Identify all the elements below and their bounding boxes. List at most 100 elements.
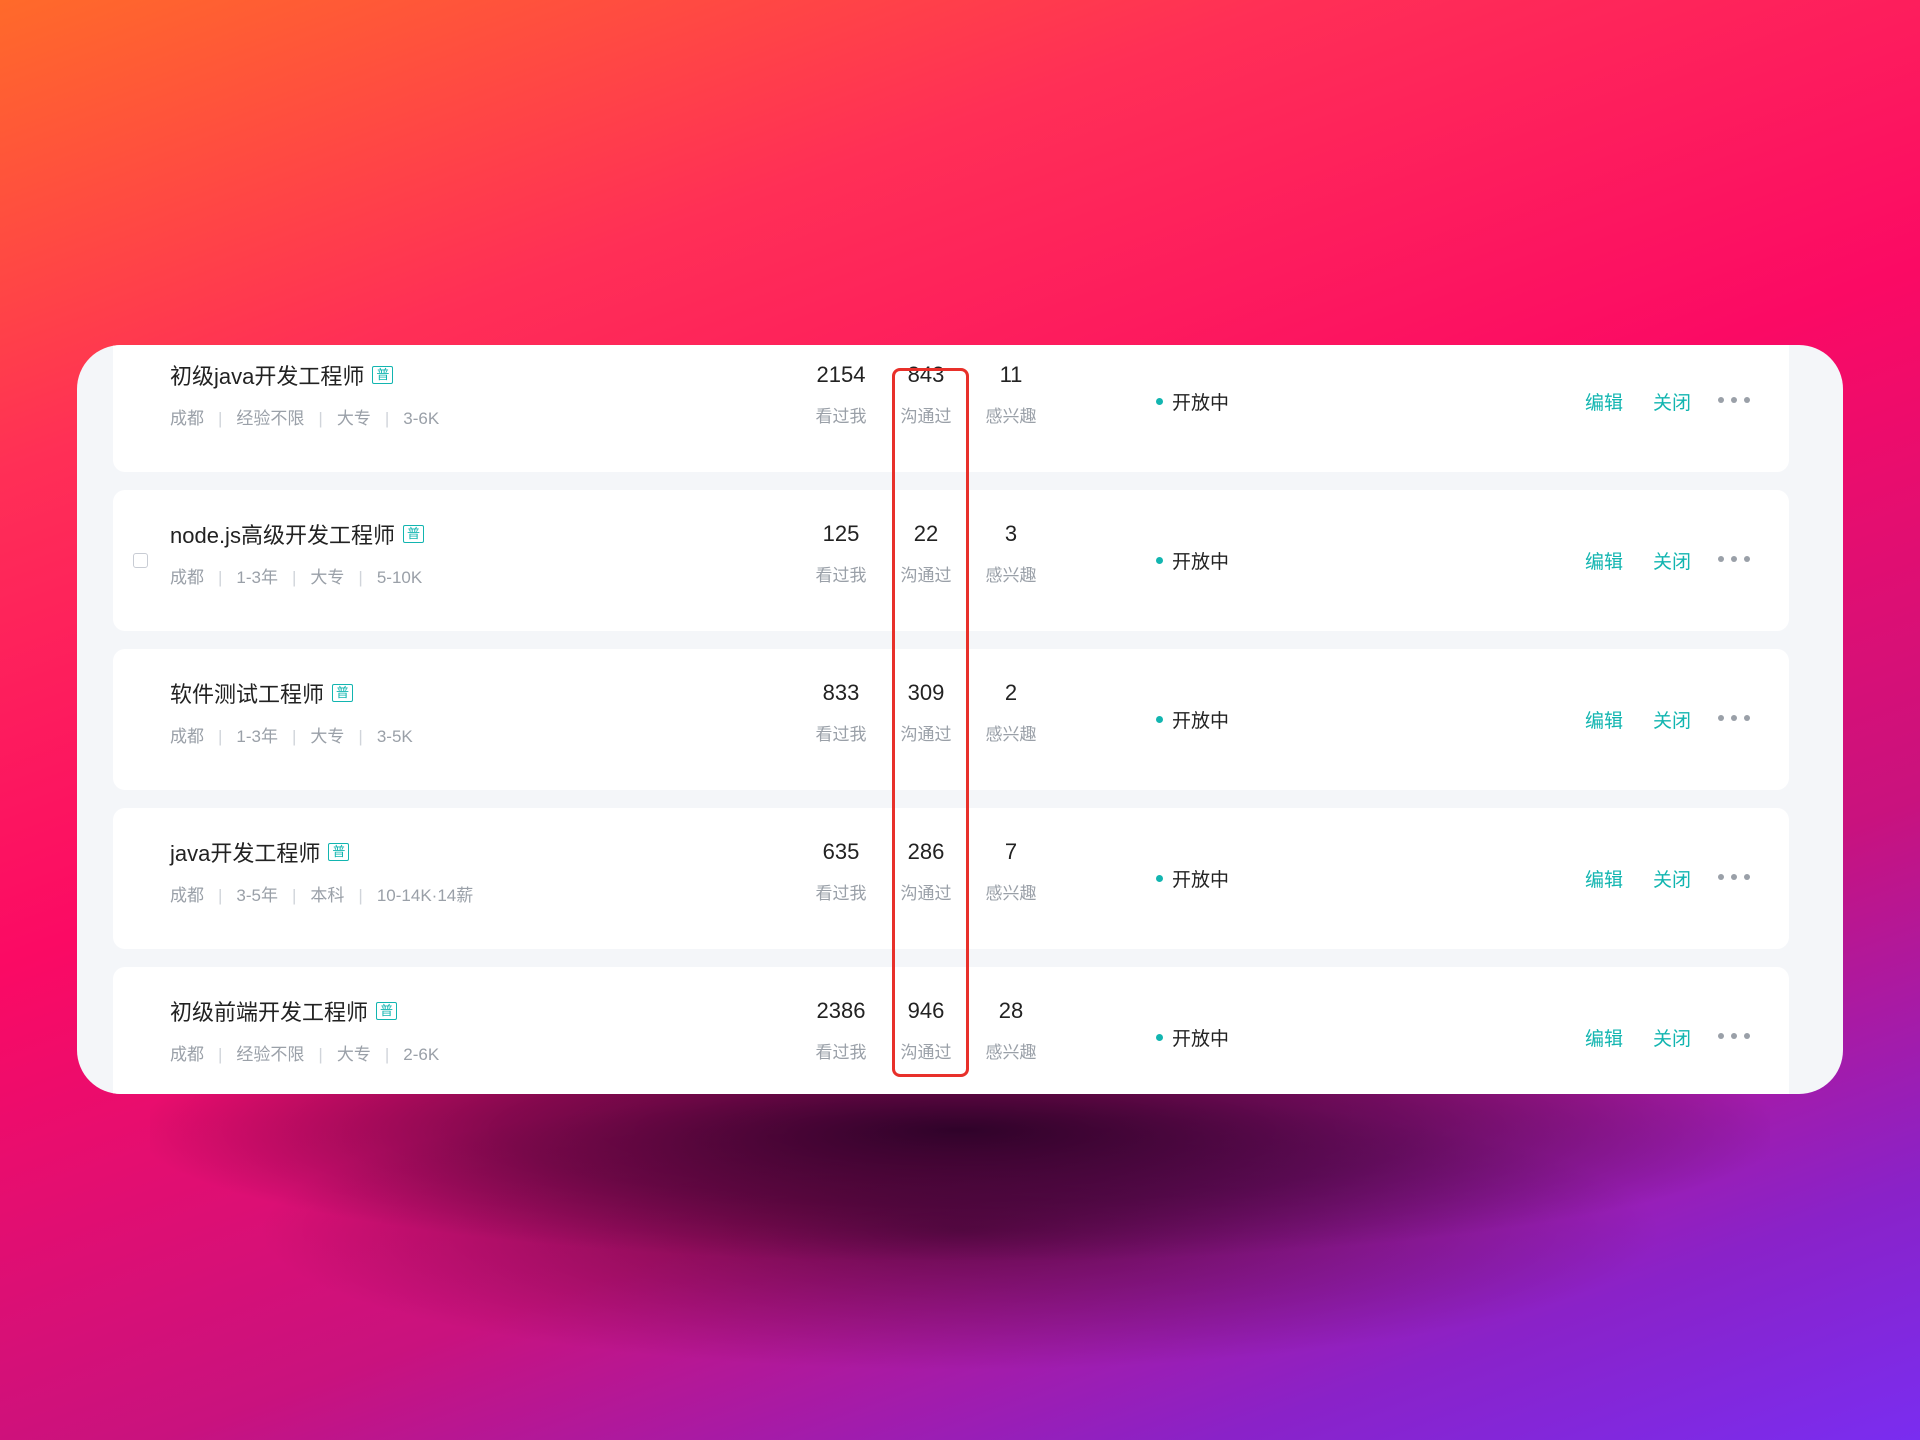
stat-interested[interactable]: 7 感兴趣: [971, 838, 1051, 904]
job-title-text[interactable]: node.js高级开发工程师: [170, 518, 395, 550]
job-status: 开放中: [1156, 865, 1229, 892]
job-type-badge: 普: [402, 525, 424, 543]
status-dot-icon: [1156, 716, 1163, 723]
edit-button[interactable]: 编辑: [1585, 388, 1623, 415]
stat-viewed-label: 看过我: [815, 407, 867, 426]
job-education: 大专: [310, 568, 345, 587]
job-meta: 成都 | 1-3年 | 大专 | 5-10K: [170, 563, 422, 588]
stat-viewed[interactable]: 833 看过我: [801, 679, 881, 745]
job-education: 大专: [336, 409, 371, 428]
job-education: 大专: [310, 727, 345, 746]
divider: |: [218, 568, 223, 587]
close-button[interactable]: 关闭: [1653, 1024, 1691, 1051]
stat-viewed[interactable]: 2154 看过我: [801, 361, 881, 427]
job-salary: 10-14K·14薪: [376, 886, 474, 905]
job-experience: 经验不限: [236, 1045, 305, 1064]
job-title[interactable]: 初级前端开发工程师 普: [170, 995, 398, 1027]
job-experience: 1-3年: [236, 568, 278, 587]
job-salary: 3-5K: [376, 727, 413, 746]
job-title-text[interactable]: 初级java开发工程师: [170, 359, 364, 391]
status-dot-icon: [1156, 1034, 1163, 1041]
divider: |: [358, 568, 363, 587]
edit-button[interactable]: 编辑: [1585, 706, 1623, 733]
more-options-icon[interactable]: [1718, 1031, 1750, 1041]
job-title[interactable]: 初级java开发工程师 普: [170, 359, 394, 391]
divider: |: [358, 886, 363, 905]
stat-interested[interactable]: 28 感兴趣: [971, 997, 1051, 1063]
divider: |: [218, 727, 223, 746]
job-title-text[interactable]: java开发工程师: [170, 836, 320, 868]
stat-interested-label: 感兴趣: [985, 566, 1037, 585]
job-title[interactable]: 软件测试工程师 普: [170, 677, 354, 709]
stat-viewed[interactable]: 635 看过我: [801, 838, 881, 904]
stat-viewed-count: 635: [822, 839, 860, 864]
close-button[interactable]: 关闭: [1653, 706, 1691, 733]
divider: |: [292, 568, 297, 587]
edit-button[interactable]: 编辑: [1585, 1024, 1623, 1051]
more-options-icon[interactable]: [1718, 395, 1750, 405]
job-status: 开放中: [1156, 706, 1229, 733]
divider: |: [218, 886, 223, 905]
job-meta: 成都 | 3-5年 | 本科 | 10-14K·14薪: [170, 881, 473, 906]
more-options-icon[interactable]: [1718, 872, 1750, 882]
job-status: 开放中: [1156, 1024, 1229, 1051]
divider: |: [292, 727, 297, 746]
job-title-text[interactable]: 软件测试工程师: [170, 677, 324, 709]
divider: |: [384, 409, 390, 428]
job-title-text[interactable]: 初级前端开发工程师: [170, 995, 368, 1027]
contacted-column-highlight: [892, 368, 969, 1077]
job-meta: 成都 | 经验不限 | 大专 | 2-6K: [170, 1040, 439, 1065]
job-education: 大专: [336, 1045, 371, 1064]
job-type-badge: 普: [332, 684, 354, 702]
stat-interested-label: 感兴趣: [985, 725, 1037, 744]
close-button[interactable]: 关闭: [1653, 865, 1691, 892]
job-meta: 成都 | 经验不限 | 大专 | 3-6K: [170, 404, 439, 429]
more-options-icon[interactable]: [1718, 554, 1750, 564]
stat-interested[interactable]: 3 感兴趣: [971, 520, 1051, 586]
stat-viewed[interactable]: 125 看过我: [801, 520, 881, 586]
stat-interested[interactable]: 11 感兴趣: [971, 361, 1051, 427]
edit-button[interactable]: 编辑: [1585, 865, 1623, 892]
job-salary: 5-10K: [376, 568, 423, 587]
stat-interested-count: 2: [1004, 680, 1018, 705]
divider: |: [292, 886, 297, 905]
divider: |: [318, 1045, 323, 1064]
stat-interested[interactable]: 2 感兴趣: [971, 679, 1051, 745]
status-dot-icon: [1156, 557, 1163, 564]
job-type-badge: 普: [376, 1002, 398, 1020]
divider: |: [218, 1045, 223, 1064]
stat-interested-label: 感兴趣: [985, 884, 1037, 903]
close-button[interactable]: 关闭: [1653, 388, 1691, 415]
job-status: 开放中: [1156, 388, 1229, 415]
edit-button[interactable]: 编辑: [1585, 547, 1623, 574]
stat-viewed-count: 2386: [816, 998, 866, 1023]
job-status-text: 开放中: [1172, 870, 1230, 891]
job-education: 本科: [310, 886, 345, 905]
more-options-icon[interactable]: [1718, 713, 1750, 723]
job-title[interactable]: node.js高级开发工程师 普: [170, 518, 424, 550]
stat-viewed-label: 看过我: [815, 1043, 867, 1062]
job-type-badge: 普: [328, 843, 350, 861]
divider: |: [384, 1045, 390, 1064]
row-select-checkbox[interactable]: [133, 553, 148, 568]
divider: |: [318, 409, 323, 428]
job-meta: 成都 | 1-3年 | 大专 | 3-5K: [170, 722, 413, 747]
job-salary: 2-6K: [403, 1045, 440, 1064]
job-city: 成都: [170, 886, 204, 905]
stat-interested-count: 7: [1004, 839, 1018, 864]
job-salary: 3-6K: [403, 409, 440, 428]
close-button[interactable]: 关闭: [1653, 547, 1691, 574]
stat-viewed-count: 833: [822, 680, 860, 705]
stat-interested-label: 感兴趣: [985, 1043, 1037, 1062]
job-city: 成都: [170, 1045, 204, 1064]
job-title[interactable]: java开发工程师 普: [170, 836, 350, 868]
stat-viewed-count: 125: [822, 521, 860, 546]
stat-viewed-label: 看过我: [815, 725, 867, 744]
job-experience: 经验不限: [236, 409, 305, 428]
divider: |: [358, 727, 363, 746]
job-status-text: 开放中: [1172, 711, 1230, 732]
stat-viewed[interactable]: 2386 看过我: [801, 997, 881, 1063]
stat-viewed-count: 2154: [816, 362, 866, 387]
job-status-text: 开放中: [1172, 1029, 1230, 1050]
stat-interested-count: 28: [998, 998, 1024, 1023]
